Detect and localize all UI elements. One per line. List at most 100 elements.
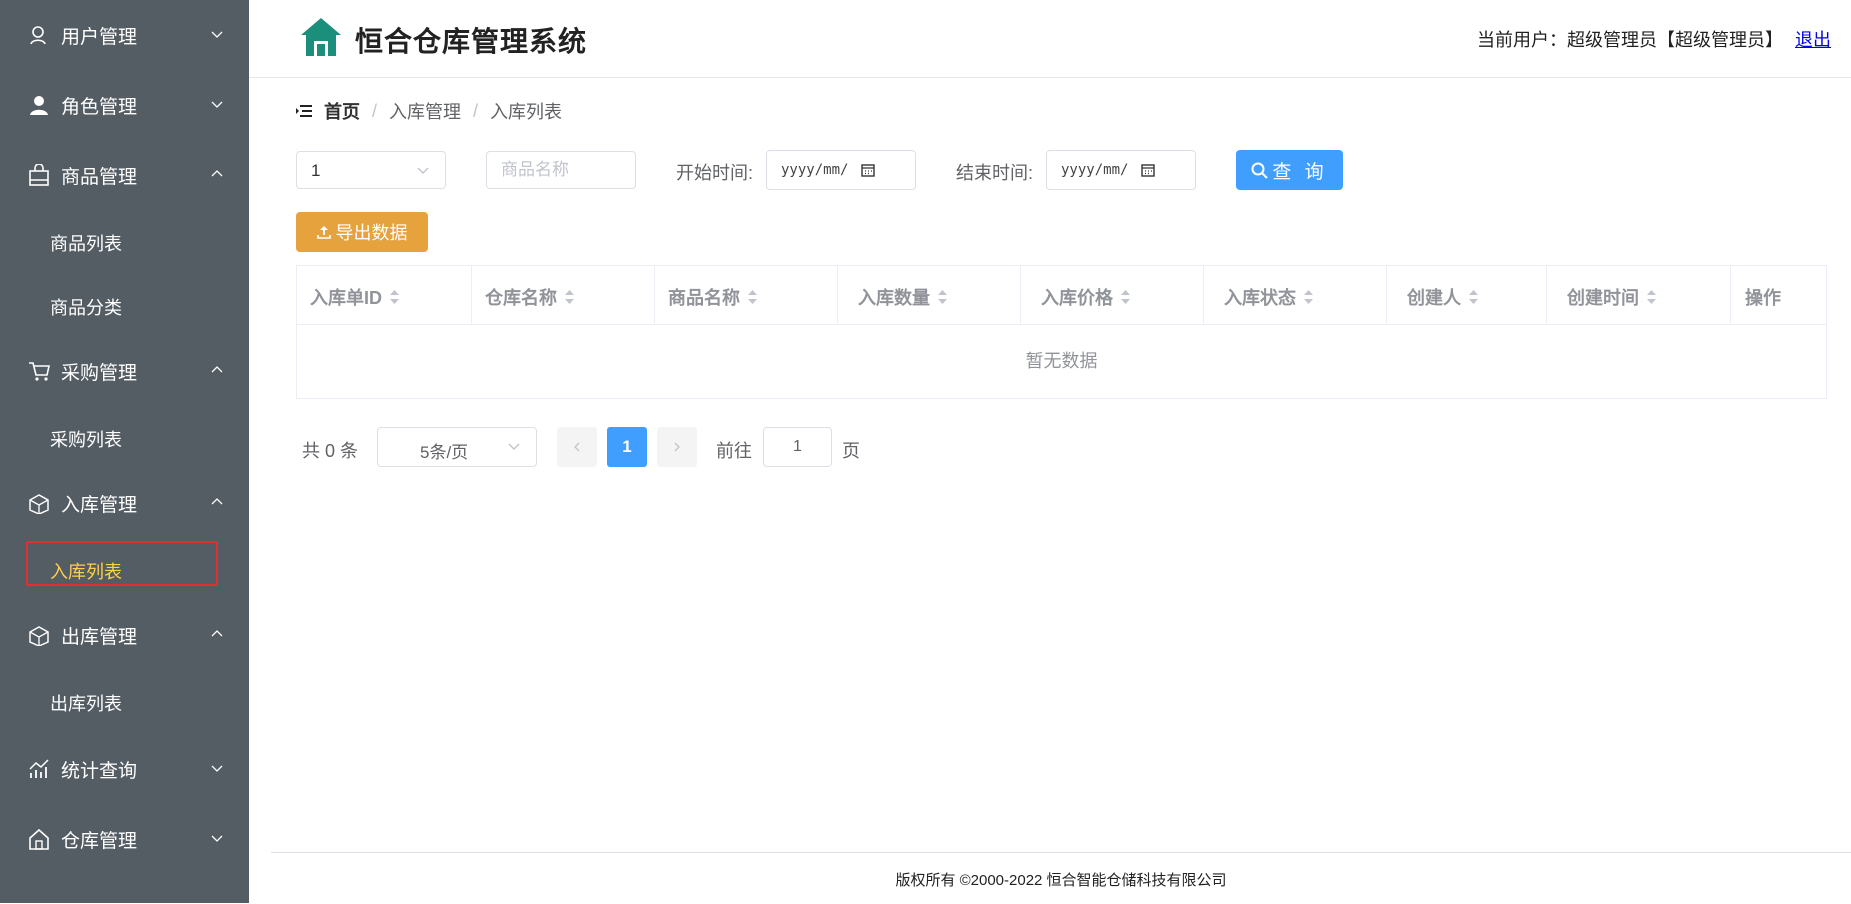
column-label: 入库数量 <box>858 288 930 308</box>
cart-icon <box>29 362 50 381</box>
user-outline-icon <box>30 26 46 45</box>
sort-icon[interactable] <box>1468 289 1479 305</box>
chevron-up-icon <box>211 498 223 505</box>
next-page-button[interactable] <box>657 427 697 467</box>
end-time-label: 结束时间: <box>956 163 1034 183</box>
chevron-left-icon <box>574 442 580 452</box>
column-header[interactable]: 创建人 <box>1387 266 1547 324</box>
menu-user-management[interactable]: 用户管理 <box>0 0 249 70</box>
sidebar-item-label: 采购列表 <box>50 430 122 450</box>
warehouse-logo-icon <box>301 18 341 56</box>
header: 恒合仓库管理系统 当前用户：超级管理员【超级管理员】 退出 <box>249 0 1851 78</box>
breadcrumb-home[interactable]: 首页 <box>324 98 360 124</box>
sort-icon[interactable] <box>564 289 575 305</box>
column-header[interactable]: 入库数量 <box>838 266 1021 324</box>
upload-icon <box>316 226 331 239</box>
column-header[interactable]: 入库单ID <box>297 266 472 324</box>
end-date-input[interactable]: yyyy/mm/ <box>1046 150 1196 190</box>
column-label: 仓库名称 <box>485 288 557 308</box>
menu-inbound-management[interactable]: 入库管理 <box>0 468 249 538</box>
column-label: 创建人 <box>1407 288 1461 308</box>
column-label: 创建时间 <box>1567 288 1639 308</box>
sidebar-item-goods-list[interactable]: 商品列表 <box>0 210 249 274</box>
current-user: 当前用户：超级管理员【超级管理员】 <box>1477 30 1783 50</box>
active-item-highlight <box>26 541 218 586</box>
column-header[interactable]: 商品名称 <box>655 266 838 324</box>
menu-label: 采购管理 <box>61 363 138 384</box>
end-date-value: yyyy/mm/ <box>1061 162 1129 178</box>
sidebar-item-label: 出库列表 <box>50 694 122 714</box>
page-suffix-label: 页 <box>842 441 860 461</box>
logout-link[interactable]: 退出 <box>1795 26 1831 52</box>
sort-icon[interactable] <box>937 289 948 305</box>
menu-label: 商品管理 <box>61 167 138 188</box>
breadcrumb-item: 入库管理 <box>389 102 462 122</box>
sidebar-item-purchase-list[interactable]: 采购列表 <box>0 406 249 470</box>
sidebar-item-label: 商品分类 <box>50 298 122 318</box>
calendar-icon[interactable] <box>861 163 875 177</box>
sort-icon[interactable] <box>747 289 758 305</box>
page-number-button[interactable]: 1 <box>607 427 647 467</box>
menu-label: 用户管理 <box>61 27 138 48</box>
sort-icon[interactable] <box>1646 289 1657 305</box>
menu-statistics[interactable]: 统计查询 <box>0 734 249 804</box>
column-header[interactable]: 入库价格 <box>1021 266 1204 324</box>
pagination-total: 共 0 条 <box>302 441 359 461</box>
chevron-down-icon <box>211 31 223 38</box>
menu-label: 入库管理 <box>61 495 138 516</box>
column-header[interactable]: 入库状态 <box>1204 266 1387 324</box>
column-label: 商品名称 <box>668 288 740 308</box>
chevron-up-icon <box>211 366 223 373</box>
user-solid-icon <box>30 96 48 115</box>
sidebar-item-goods-category[interactable]: 商品分类 <box>0 274 249 338</box>
start-time-label: 开始时间: <box>676 163 754 183</box>
chevron-right-icon <box>674 442 680 452</box>
calendar-icon[interactable] <box>1141 163 1155 177</box>
sort-icon[interactable] <box>1120 289 1131 305</box>
chevron-down-icon <box>417 167 429 174</box>
sidebar-item-label: 商品列表 <box>50 234 122 254</box>
breadcrumb-item: 入库列表 <box>490 102 563 122</box>
column-header: 操作 <box>1731 266 1827 324</box>
column-header[interactable]: 创建时间 <box>1547 266 1731 324</box>
column-header[interactable]: 仓库名称 <box>472 266 655 324</box>
sidebar: 用户管理 角色管理 商品管理 商品列表 商品分类 采购管理 采购列表 入库管理 … <box>0 0 249 903</box>
export-button[interactable]: 导出数据 <box>296 212 428 252</box>
sort-icon[interactable] <box>1303 289 1314 305</box>
menu-outbound-management[interactable]: 出库管理 <box>0 600 249 670</box>
chevron-down-icon <box>211 835 223 842</box>
query-button-label: 查 询 <box>1272 161 1328 183</box>
goto-page-input[interactable]: 1 <box>763 427 832 467</box>
goods-name-field[interactable] <box>486 151 636 189</box>
page-size-value: 5条/页 <box>420 443 469 462</box>
start-date-value: yyyy/mm/ <box>781 162 849 178</box>
chevron-down-icon <box>211 765 223 772</box>
box-out-icon <box>29 626 49 646</box>
footer: 版权所有 ©2000-2022 恒合智能仓储科技有限公司 <box>271 852 1851 904</box>
column-label: 入库单ID <box>310 288 382 308</box>
copyright-text: 版权所有 ©2000-2022 恒合智能仓储科技有限公司 <box>895 872 1227 889</box>
column-label: 入库状态 <box>1224 288 1296 308</box>
chevron-up-icon <box>211 630 223 637</box>
page-size-select[interactable]: 5条/页 <box>377 427 537 467</box>
menu-label: 仓库管理 <box>61 831 138 852</box>
prev-page-button[interactable] <box>557 427 597 467</box>
menu-fold-icon[interactable] <box>296 104 312 118</box>
menu-role-management[interactable]: 角色管理 <box>0 70 249 140</box>
warehouse-select-value: 1 <box>311 161 321 180</box>
column-label: 操作 <box>1745 288 1781 308</box>
menu-label: 角色管理 <box>61 97 138 118</box>
goto-label: 前往 <box>716 441 752 461</box>
menu-purchase-management[interactable]: 采购管理 <box>0 336 249 406</box>
inbound-table: 入库单ID 仓库名称 商品名称 入库数量 入库价格 入库状态 创建人 创建时间 … <box>296 265 1827 399</box>
sidebar-item-outbound-list[interactable]: 出库列表 <box>0 670 249 734</box>
chevron-up-icon <box>211 170 223 177</box>
goods-name-input[interactable] <box>487 152 635 188</box>
shopping-bag-icon <box>29 164 49 186</box>
sort-icon[interactable] <box>389 289 400 305</box>
query-button[interactable]: 查 询 <box>1236 150 1343 190</box>
menu-goods-management[interactable]: 商品管理 <box>0 140 249 210</box>
start-date-input[interactable]: yyyy/mm/ <box>766 150 916 190</box>
menu-warehouse-management[interactable]: 仓库管理 <box>0 804 249 874</box>
warehouse-select[interactable]: 1 <box>296 151 446 189</box>
